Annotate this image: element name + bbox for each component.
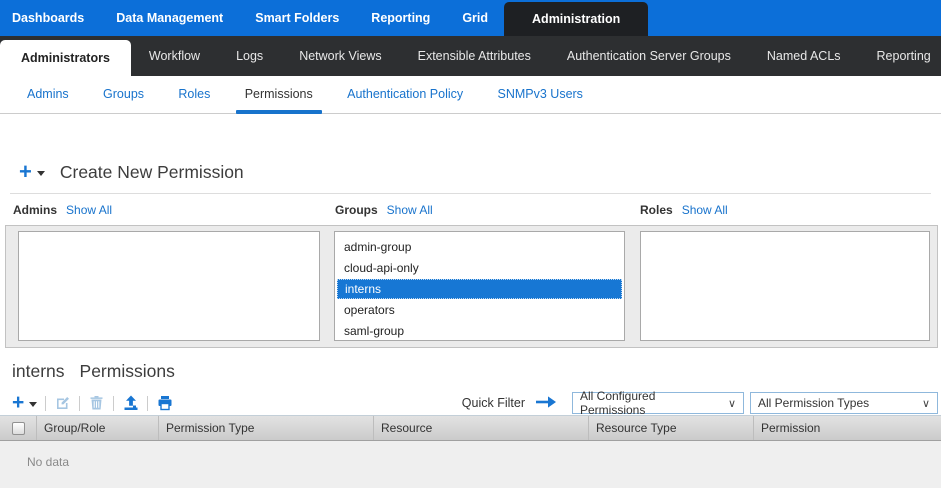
toolbar-separator (147, 396, 148, 411)
nav-administration[interactable]: Administration (504, 2, 648, 36)
roles-show-all-link[interactable]: Show All (682, 203, 728, 217)
nav-smart-folders[interactable]: Smart Folders (239, 0, 355, 36)
permissions-heading-label: Permissions (80, 361, 175, 381)
tab-workflow[interactable]: Workflow (131, 36, 218, 76)
toolbar-separator (45, 396, 46, 411)
groups-label: Groups (335, 203, 378, 217)
groups-listbox[interactable]: admin-group cloud-api-only interns opera… (334, 231, 625, 341)
chevron-down-icon: ∨ (728, 397, 736, 410)
column-header-permission[interactable]: Permission (753, 416, 941, 440)
add-permission-icon[interactable]: + (12, 394, 24, 412)
nav-dashboards[interactable]: Dashboards (0, 0, 100, 36)
select-all-cell (0, 416, 36, 440)
groups-panel-label: Groups Show All (335, 203, 433, 217)
empty-table-message: No data (27, 455, 69, 469)
selector-container: admin-group cloud-api-only interns opera… (5, 225, 938, 348)
filter-controls: Quick Filter All Configured Permissions … (462, 392, 938, 414)
edit-icon[interactable] (54, 395, 71, 412)
permissions-heading: interns Permissions (12, 361, 941, 382)
permissions-table-header: Group/Role Permission Type Resource Reso… (0, 416, 941, 441)
primary-nav: Dashboards Data Management Smart Folders… (0, 0, 941, 36)
permission-types-value: All Permission Types (758, 396, 869, 410)
subtab-snmpv3-users[interactable]: SNMPv3 Users (498, 76, 583, 113)
administrators-subtabs: Admins Groups Roles Permissions Authenti… (0, 76, 941, 114)
upload-icon[interactable] (122, 395, 139, 412)
list-item[interactable]: cloud-api-only (337, 258, 622, 278)
subtab-groups[interactable]: Groups (103, 76, 144, 113)
admins-label: Admins (13, 203, 57, 217)
list-item[interactable]: admin-group (337, 237, 622, 257)
chevron-down-icon: ∨ (922, 397, 930, 410)
toolbar-separator (113, 396, 114, 411)
list-item[interactable]: operators (337, 300, 622, 320)
roles-panel-label: Roles Show All (640, 203, 728, 217)
app-window: Dashboards Data Management Smart Folders… (0, 0, 941, 488)
administration-nav: Administrators Workflow Logs Network Vie… (0, 36, 941, 76)
quick-filter-label: Quick Filter (462, 396, 525, 410)
configured-permissions-value: All Configured Permissions (580, 389, 720, 417)
list-item[interactable]: saml-group (337, 321, 622, 341)
subtab-roles[interactable]: Roles (178, 76, 210, 113)
tab-authentication-server-groups[interactable]: Authentication Server Groups (549, 36, 749, 76)
tab-logs[interactable]: Logs (218, 36, 281, 76)
print-icon[interactable] (156, 395, 173, 412)
admins-listbox[interactable] (18, 231, 320, 341)
roles-label: Roles (640, 203, 673, 217)
select-all-checkbox[interactable] (12, 422, 25, 435)
permissions-toolbar: + Quick Filter All Configured Permission… (0, 391, 941, 416)
nav-data-management[interactable]: Data Management (100, 0, 239, 36)
admins-panel-label: Admins Show All (13, 203, 112, 217)
toolbar-separator (79, 396, 80, 411)
list-item-selected[interactable]: interns (337, 279, 622, 299)
chevron-down-icon[interactable] (29, 402, 37, 407)
tab-network-views[interactable]: Network Views (281, 36, 399, 76)
tab-reporting[interactable]: Reporting (859, 36, 941, 76)
create-permission-title: Create New Permission (60, 162, 244, 183)
nav-reporting[interactable]: Reporting (355, 0, 446, 36)
groups-show-all-link[interactable]: Show All (387, 203, 433, 217)
subtab-permissions[interactable]: Permissions (245, 76, 313, 113)
column-header-permission-type[interactable]: Permission Type (158, 416, 373, 440)
arrow-right-icon[interactable] (535, 395, 557, 412)
nav-grid[interactable]: Grid (446, 0, 504, 36)
column-header-resource-type[interactable]: Resource Type (588, 416, 753, 440)
subtab-authentication-policy[interactable]: Authentication Policy (347, 76, 463, 113)
tab-administrators[interactable]: Administrators (0, 40, 131, 76)
chevron-down-icon[interactable] (37, 171, 45, 176)
tab-named-acls[interactable]: Named ACLs (749, 36, 859, 76)
roles-listbox[interactable] (640, 231, 930, 341)
subtab-admins[interactable]: Admins (27, 76, 69, 113)
create-permission-header: + Create New Permission (0, 159, 941, 185)
delete-icon[interactable] (88, 395, 105, 412)
tab-extensible-attributes[interactable]: Extensible Attributes (400, 36, 549, 76)
admins-show-all-link[interactable]: Show All (66, 203, 112, 217)
permissions-table-body: No data (0, 441, 941, 488)
column-header-group-role[interactable]: Group/Role (36, 416, 158, 440)
selected-group-name: interns (12, 361, 65, 381)
column-header-resource[interactable]: Resource (373, 416, 588, 440)
permission-types-select[interactable]: All Permission Types ∨ (750, 392, 938, 414)
permission-selectors: Admins Show All Groups Show All Roles Show … (0, 194, 941, 348)
add-icon[interactable]: + (19, 161, 32, 183)
configured-permissions-select[interactable]: All Configured Permissions ∨ (572, 392, 744, 414)
